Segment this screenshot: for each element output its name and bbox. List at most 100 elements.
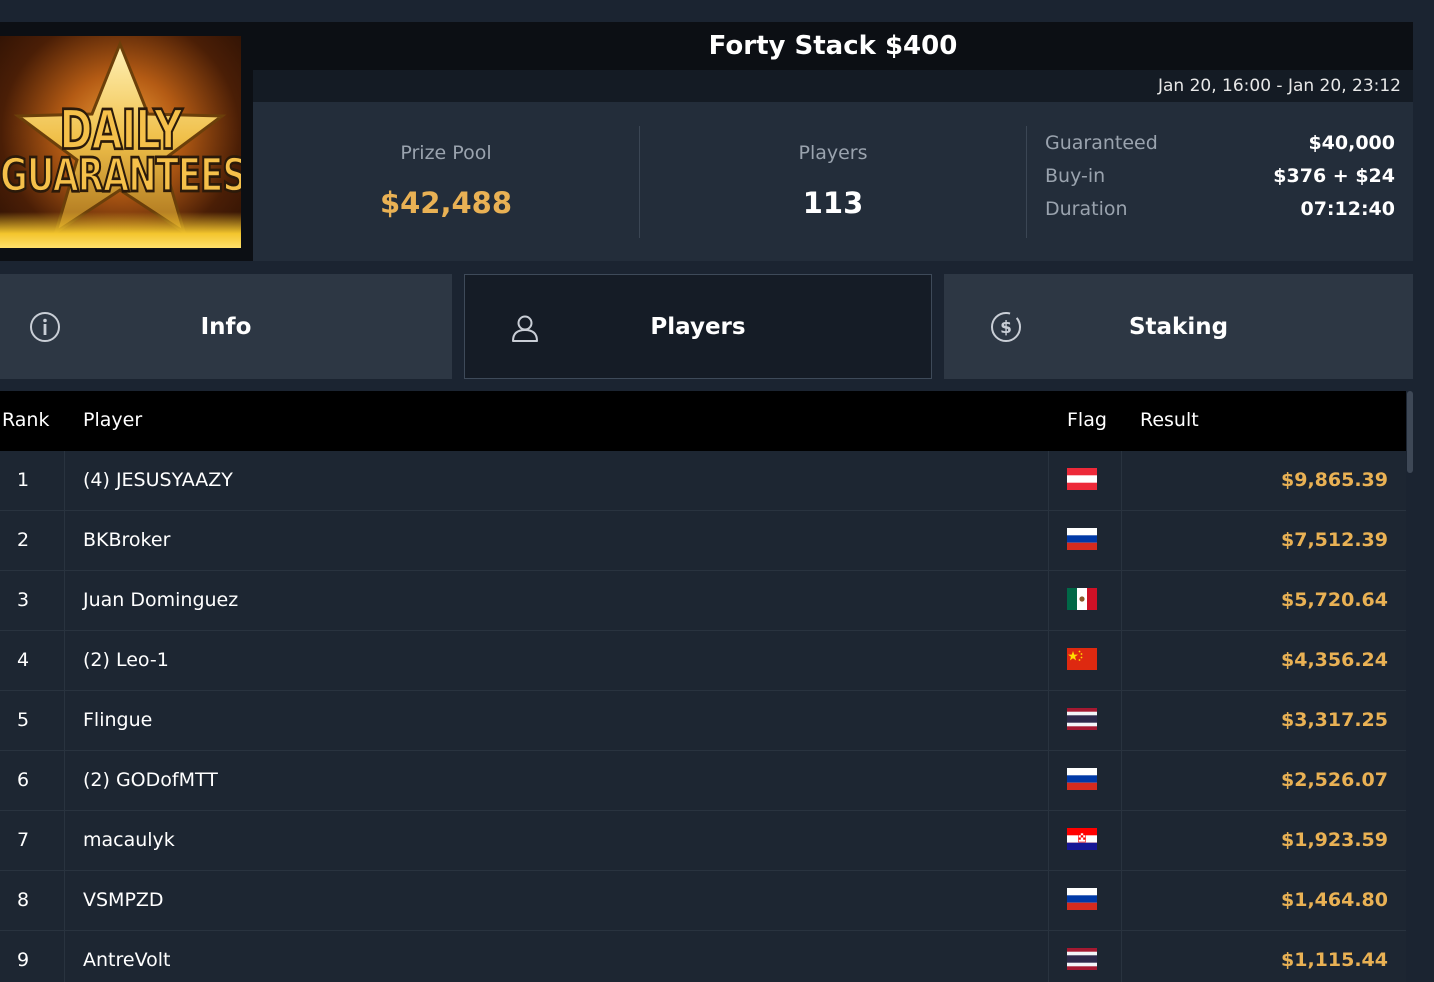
row-player-name[interactable]: Juan Dominguez: [83, 589, 238, 611]
table-row[interactable]: 5 Flingue $3,317.25: [0, 691, 1406, 751]
tournament-details: Guaranteed $40,000 Buy-in $376 + $24 Dur…: [1045, 132, 1395, 231]
info-icon: [30, 312, 60, 342]
column-separator: [1048, 871, 1049, 931]
row-result: $4,356.24: [1281, 649, 1388, 671]
detail-duration: Duration 07:12:40: [1045, 198, 1395, 231]
column-separator: [1121, 631, 1122, 691]
column-separator: [1048, 931, 1049, 982]
flag-thailand-icon: [1067, 708, 1097, 730]
flag-croatia-icon: [1067, 828, 1097, 850]
table-row[interactable]: 2 BKBroker $7,512.39: [0, 511, 1406, 571]
scrollbar-thumb[interactable]: [1407, 391, 1413, 473]
tournament-title: Forty Stack $400: [253, 22, 1413, 70]
flag-russia-icon: [1067, 528, 1097, 550]
table-scrollbar[interactable]: [1406, 391, 1414, 982]
flag-austria-icon: [1067, 468, 1097, 490]
flag-china-icon: [1067, 648, 1097, 670]
table-row[interactable]: 6 (2) GODofMTT $2,526.07: [0, 751, 1406, 811]
detail-value: 07:12:40: [1300, 198, 1395, 220]
players-count: 113: [802, 186, 864, 220]
row-result: $1,923.59: [1281, 829, 1388, 851]
table-row[interactable]: 4 (2) Leo-1 $4,356.24: [0, 631, 1406, 691]
tournament-dates: Jan 20, 16:00 - Jan 20, 23:12: [253, 70, 1413, 102]
row-result: $9,865.39: [1281, 469, 1388, 491]
column-header-player[interactable]: Player: [83, 409, 142, 431]
column-separator: [64, 811, 65, 871]
row-player-name[interactable]: VSMPZD: [83, 889, 164, 911]
tournament-stats-panel: Prize Pool $42,488 Players 113 Guarantee…: [253, 102, 1413, 261]
daily-guarantees-logo: DAILY GUARANTEES: [0, 36, 241, 248]
column-separator: [64, 631, 65, 691]
prize-pool-value: $42,488: [379, 186, 513, 220]
row-result: $3,317.25: [1281, 709, 1388, 731]
table-row[interactable]: 1 (4) JESUSYAAZY $9,865.39: [0, 451, 1406, 511]
row-result: $1,115.44: [1281, 949, 1388, 971]
column-header-flag[interactable]: Flag: [1067, 409, 1107, 431]
table-row[interactable]: 3 Juan Dominguez $5,720.64: [0, 571, 1406, 631]
row-player-name[interactable]: Flingue: [83, 709, 152, 731]
row-result: $5,720.64: [1281, 589, 1388, 611]
column-header-rank[interactable]: Rank: [2, 409, 49, 431]
players-table-body: 1 (4) JESUSYAAZY $9,865.39 2 BKBroker $7,512.…: [0, 451, 1406, 982]
row-rank: 9: [16, 949, 30, 971]
column-separator: [64, 751, 65, 811]
dollar-coin-icon: $: [991, 312, 1021, 342]
column-separator: [1048, 631, 1049, 691]
row-rank: 6: [16, 769, 30, 791]
players-stat: Players 113: [639, 102, 1027, 261]
column-separator: [1121, 931, 1122, 982]
logo-text-guarantees: GUARANTEES: [0, 148, 241, 205]
row-result: $2,526.07: [1281, 769, 1388, 791]
column-separator: [64, 511, 65, 571]
row-result: $1,464.80: [1281, 889, 1388, 911]
column-separator: [64, 691, 65, 751]
column-separator: [1121, 871, 1122, 931]
row-player-name[interactable]: (2) Leo-1: [83, 649, 169, 671]
stats-divider: [1026, 126, 1027, 238]
tab-info[interactable]: Info: [0, 274, 452, 379]
column-separator: [1048, 751, 1049, 811]
logo-glow: [0, 212, 241, 248]
prize-pool-label: Prize Pool: [400, 142, 492, 164]
tournament-lobby: DAILY GUARANTEES Forty Stack $400 Jan 20…: [0, 0, 1434, 982]
row-rank: 5: [16, 709, 30, 731]
column-separator: [64, 931, 65, 982]
flag-russia-icon: [1067, 888, 1097, 910]
table-row[interactable]: 8 VSMPZD $1,464.80: [0, 871, 1406, 931]
row-result: $7,512.39: [1281, 529, 1388, 551]
column-separator: [1121, 811, 1122, 871]
tab-staking[interactable]: $ Staking: [944, 274, 1413, 379]
row-rank: 7: [16, 829, 30, 851]
row-rank: 3: [16, 589, 30, 611]
row-player-name[interactable]: (4) JESUSYAAZY: [83, 469, 233, 491]
flag-mexico-icon: [1067, 588, 1097, 610]
column-separator: [1121, 451, 1122, 511]
row-rank: 2: [16, 529, 30, 551]
table-row[interactable]: 9 AntreVolt $1,115.44: [0, 931, 1406, 982]
detail-key: Buy-in: [1045, 165, 1106, 187]
detail-value: $40,000: [1308, 132, 1395, 154]
column-header-result[interactable]: Result: [1140, 409, 1199, 431]
detail-guaranteed: Guaranteed $40,000: [1045, 132, 1395, 165]
detail-buy-in: Buy-in $376 + $24: [1045, 165, 1395, 198]
row-rank: 8: [16, 889, 30, 911]
flag-thailand-icon: [1067, 948, 1097, 970]
column-separator: [1121, 691, 1122, 751]
column-separator: [1048, 511, 1049, 571]
column-separator: [1048, 451, 1049, 511]
row-player-name[interactable]: AntreVolt: [83, 949, 170, 971]
row-player-name[interactable]: (2) GODofMTT: [83, 769, 218, 791]
row-player-name[interactable]: macaulyk: [83, 829, 175, 851]
detail-key: Duration: [1045, 198, 1128, 220]
column-separator: [1121, 571, 1122, 631]
row-rank: 4: [16, 649, 30, 671]
tab-players[interactable]: Players: [464, 274, 932, 379]
column-separator: [1048, 811, 1049, 871]
table-row[interactable]: 7 macaulyk $1,923.59: [0, 811, 1406, 871]
detail-key: Guaranteed: [1045, 132, 1158, 154]
column-separator: [1048, 571, 1049, 631]
row-player-name[interactable]: BKBroker: [83, 529, 170, 551]
flag-russia-icon: [1067, 768, 1097, 790]
tournament-logo-frame: DAILY GUARANTEES: [0, 22, 253, 261]
column-separator: [64, 451, 65, 511]
